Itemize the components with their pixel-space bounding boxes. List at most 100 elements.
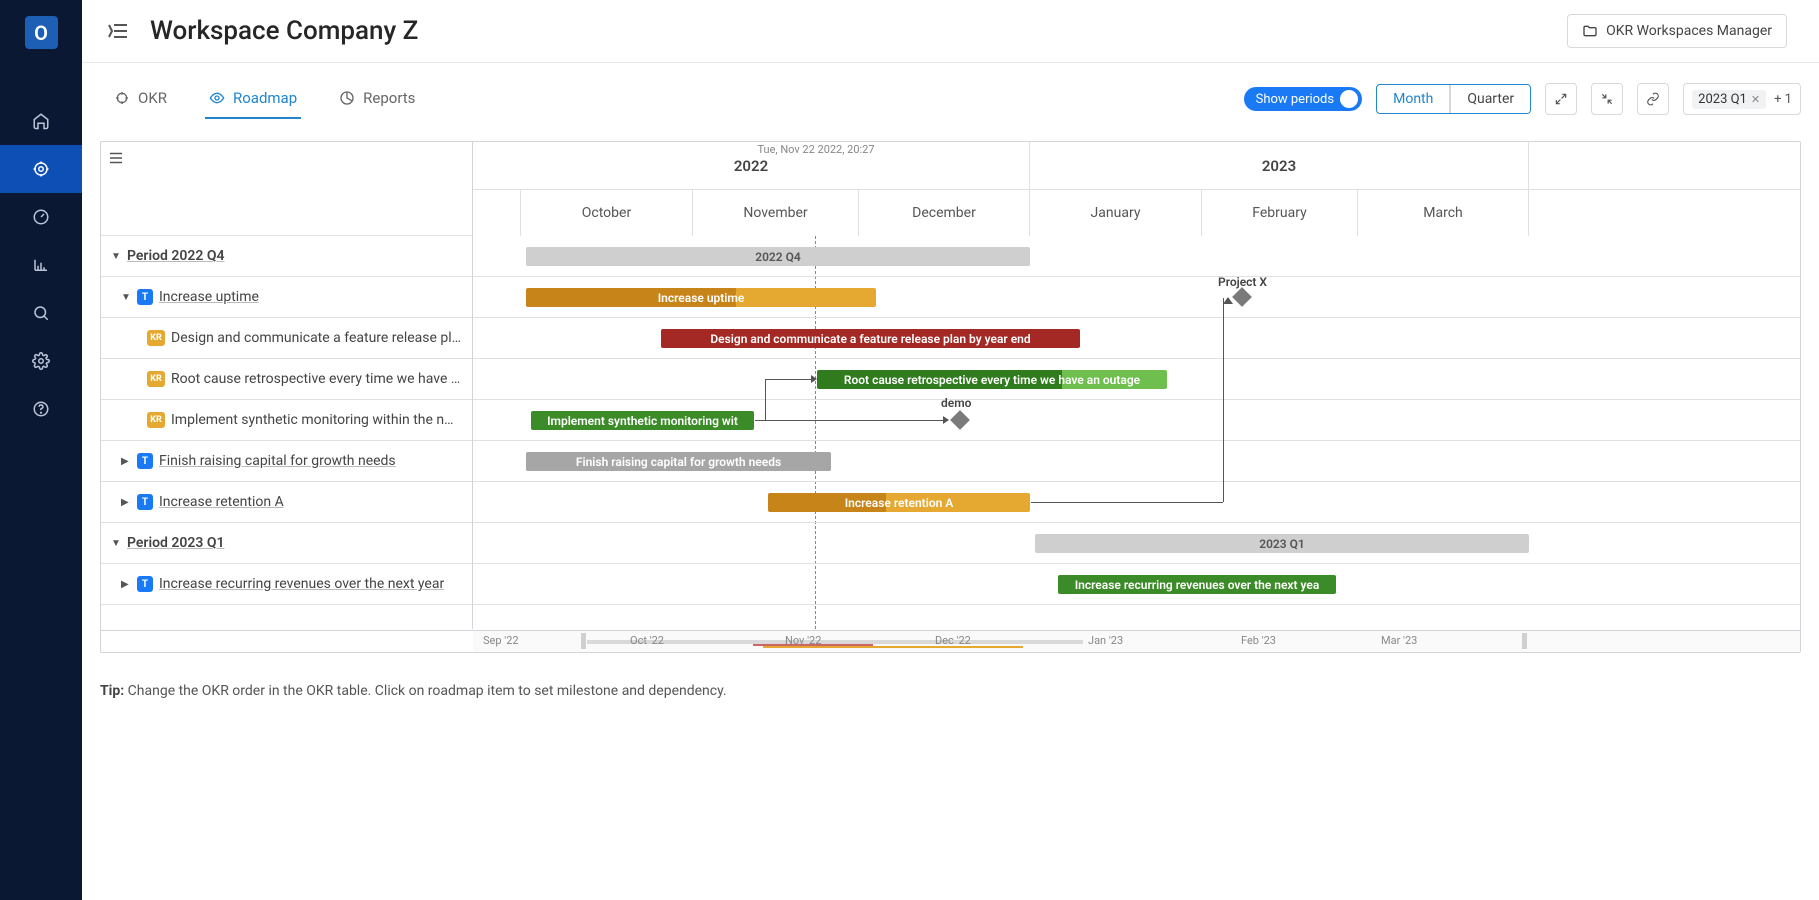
milestone-demo-diamond-icon[interactable]	[950, 410, 970, 430]
row-period-2023q1[interactable]: ▼ Period 2023 Q1	[101, 523, 472, 564]
row-right: Increase recurring revenues over the nex…	[473, 564, 1800, 605]
nav-help[interactable]	[0, 385, 82, 433]
bar-period-2022q4[interactable]: 2022 Q4	[526, 247, 1030, 266]
gantt-left-panel: ▼ Period 2022 Q4 ▼ T Increase uptime KR …	[101, 142, 473, 629]
row-right: Finish raising capital for growth needs	[473, 441, 1800, 482]
milestone-projectx-diamond-icon[interactable]	[1232, 287, 1252, 307]
row-label: Period 2023 Q1	[127, 535, 225, 551]
dependency-line	[755, 420, 943, 421]
gantt-right-panel: 2022 2023 October November December Janu…	[473, 142, 1800, 629]
timeline-ruler[interactable]: Sep '22 Oct '22 Nov '22 Dec '22 Jan '23 …	[473, 630, 1800, 652]
app-logo-letter: O	[34, 21, 48, 45]
collapse-sidebar-button[interactable]	[106, 19, 130, 43]
bar-finish-capital[interactable]: Finish raising capital for growth needs	[526, 452, 831, 471]
target-icon	[32, 160, 50, 178]
row-increase-uptime[interactable]: ▼ T Increase uptime	[101, 277, 472, 318]
ruler-label: Mar '23	[1381, 634, 1417, 647]
dependency-line	[765, 379, 815, 380]
main-content: Workspace Company Z OKR Workspaces Manag…	[82, 0, 1819, 900]
link-button[interactable]	[1637, 83, 1669, 115]
bar-kr-design[interactable]: Design and communicate a feature release…	[661, 329, 1080, 348]
period-chip-more[interactable]: + 1	[1774, 92, 1792, 107]
tab-roadmap-label: Roadmap	[233, 89, 297, 107]
ruler-end-handle[interactable]	[1522, 633, 1527, 649]
tab-roadmap[interactable]: Roadmap	[205, 79, 301, 119]
expand-button[interactable]	[1545, 83, 1577, 115]
row-finish-capital[interactable]: ▶ T Finish raising capital for growth ne…	[101, 441, 472, 482]
timescale-month[interactable]: Month	[1377, 85, 1450, 113]
expand-toggle-icon[interactable]: ▼	[121, 292, 133, 303]
expand-toggle-icon[interactable]: ▶	[121, 497, 133, 508]
link-icon	[1646, 92, 1660, 106]
toggle-knob	[1340, 90, 1358, 108]
row-kr-monitoring[interactable]: KR Implement synthetic monitoring within…	[101, 400, 472, 441]
remove-chip-icon[interactable]: ✕	[1751, 93, 1760, 106]
ruler-label: Oct '22	[630, 634, 664, 647]
collapse-icon	[1600, 92, 1614, 106]
tab-okr[interactable]: OKR	[110, 79, 171, 119]
expand-toggle-icon[interactable]: ▼	[111, 251, 123, 262]
bar-retention[interactable]: Increase retention A	[768, 493, 1030, 512]
row-retention[interactable]: ▶ T Increase retention A	[101, 482, 472, 523]
row-period-2022q4[interactable]: ▼ Period 2022 Q4	[101, 236, 472, 277]
ruler-start-handle[interactable]	[581, 633, 586, 649]
workspaces-manager-button[interactable]: OKR Workspaces Manager	[1567, 14, 1787, 48]
month-cell: February	[1202, 190, 1358, 236]
row-right: Increase retention A	[473, 482, 1800, 523]
bar-kr-monitoring[interactable]: Implement synthetic monitoring wit	[531, 411, 754, 430]
row-label: Design and communicate a feature release…	[171, 330, 461, 346]
row-label: Implement synthetic monitoring within th…	[171, 412, 454, 428]
year-cell: 2023	[1030, 142, 1529, 189]
expand-toggle-icon[interactable]: ▶	[121, 579, 133, 590]
row-recurring-rev[interactable]: ▶ T Increase recurring revenues over the…	[101, 564, 472, 605]
top-header: Workspace Company Z OKR Workspaces Manag…	[82, 0, 1819, 63]
expand-toggle-icon[interactable]: ▼	[111, 538, 123, 549]
gauge-icon	[32, 208, 50, 226]
tab-reports-label: Reports	[363, 89, 415, 107]
milestone-projectx-arrow-icon	[1223, 297, 1233, 304]
tip-prefix: Tip:	[100, 683, 124, 699]
show-periods-toggle[interactable]: Show periods	[1244, 87, 1363, 111]
row-kr-rootcause[interactable]: KR Root cause retrospective every time w…	[101, 359, 472, 400]
target-badge: T	[137, 576, 153, 592]
app-logo: O	[25, 16, 58, 49]
tab-reports[interactable]: Reports	[335, 79, 419, 119]
nav-settings[interactable]	[0, 337, 82, 385]
bar-period-2023q1[interactable]: 2023 Q1	[1035, 534, 1529, 553]
crosshair-icon	[114, 90, 130, 106]
period-filter[interactable]: 2023 Q1 ✕ + 1	[1683, 83, 1801, 115]
month-cell: January	[1030, 190, 1202, 236]
kr-badge: KR	[147, 371, 165, 387]
row-label: Period 2022 Q4	[127, 248, 225, 264]
tab-okr-label: OKR	[138, 89, 167, 107]
period-chip[interactable]: 2023 Q1 ✕	[1692, 90, 1766, 109]
row-label: Increase recurring revenues over the nex…	[159, 576, 444, 592]
tabs: OKR Roadmap Reports	[110, 79, 419, 119]
ruler-label: Feb '23	[1241, 634, 1276, 647]
year-header: 2022 2023	[473, 142, 1800, 189]
show-periods-label: Show periods	[1256, 92, 1335, 107]
bar-kr-rootcause[interactable]: Root cause retrospective every time we h…	[817, 370, 1167, 389]
nav-home[interactable]	[0, 97, 82, 145]
row-label: Increase retention A	[159, 494, 284, 510]
bar-increase-uptime[interactable]: Increase uptime	[526, 288, 876, 307]
home-icon	[32, 112, 50, 130]
nav-search[interactable]	[0, 289, 82, 337]
row-kr-design[interactable]: KR Design and communicate a feature rele…	[101, 318, 472, 359]
timescale-quarter[interactable]: Quarter	[1450, 85, 1530, 113]
kr-badge: KR	[147, 330, 165, 346]
gantt-menu-button[interactable]	[107, 148, 127, 168]
bar-recurring-rev[interactable]: Increase recurring revenues over the nex…	[1058, 575, 1336, 594]
nav-chart[interactable]	[0, 241, 82, 289]
ruler-label: Nov '22	[785, 634, 821, 647]
tip-text: Tip: Change the OKR order in the OKR tab…	[100, 683, 1801, 699]
now-marker-label: Tue, Nov 22 2022, 20:27	[757, 143, 874, 156]
dependency-arrow-icon	[943, 416, 949, 424]
ruler-label: Sep '22	[483, 634, 519, 647]
nav-gauge[interactable]	[0, 193, 82, 241]
collapse-button[interactable]	[1591, 83, 1623, 115]
ruler-label: Dec '22	[935, 634, 971, 647]
expand-toggle-icon[interactable]: ▶	[121, 456, 133, 467]
nav-target[interactable]	[0, 145, 82, 193]
ruler-label: Jan '23	[1088, 634, 1123, 647]
